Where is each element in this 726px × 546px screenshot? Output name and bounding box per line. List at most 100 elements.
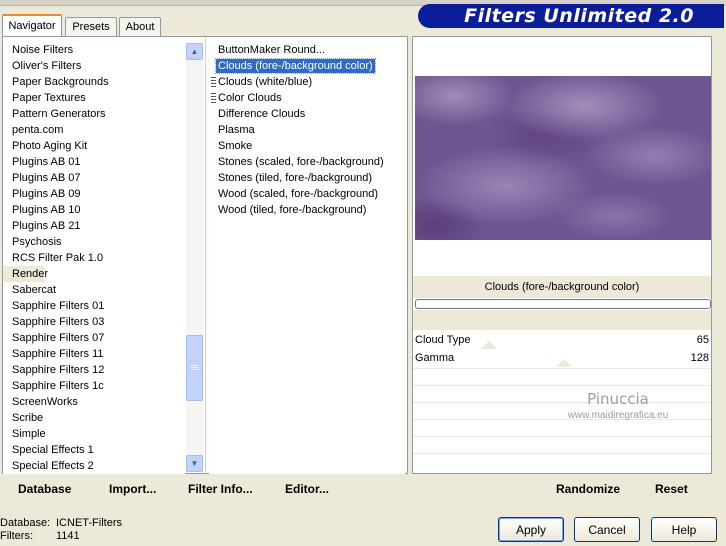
tab-presets[interactable]: Presets (65, 17, 117, 36)
category-item[interactable]: RCS Filter Pak 1.0 (3, 250, 185, 266)
category-list[interactable]: Noise Filters Oliver's Filters Paper Backg… (3, 42, 185, 474)
category-item[interactable]: Render (3, 266, 48, 282)
cancel-button[interactable]: Cancel (574, 517, 640, 542)
status-filters: Filters: 1141 (0, 530, 80, 542)
category-item[interactable]: Simple (3, 426, 185, 442)
effect-item-label: Wood (tiled, fore-/background) (218, 204, 367, 216)
progress-bar (415, 299, 711, 309)
effect-list[interactable]: ButtonMaker Round... Clouds (fore-/backgr… (209, 42, 405, 474)
status-label: Database: (0, 517, 51, 529)
effect-item[interactable]: Wood (scaled, fore-/background) (209, 186, 405, 202)
category-item[interactable]: Oliver's Filters (3, 58, 185, 74)
effect-item[interactable]: Stones (tiled, fore-/background) (209, 170, 405, 186)
effect-item-label: ButtonMaker Round... (218, 44, 326, 56)
category-item[interactable]: Sabercat (3, 282, 185, 298)
param-slot (413, 368, 711, 384)
param-cloud-type[interactable]: Cloud Type 65 (413, 331, 711, 349)
category-item[interactable]: Photo Aging Kit (3, 138, 185, 154)
effect-item[interactable]: Clouds (white/blue) (209, 74, 405, 90)
category-item[interactable]: penta.com (3, 122, 185, 138)
scroll-thumb[interactable] (186, 335, 203, 401)
effect-preview-image (415, 76, 711, 240)
tab-navigator[interactable]: Navigator (2, 14, 62, 36)
editor-button[interactable]: Editor... (285, 482, 329, 496)
category-item[interactable]: Scribe (3, 410, 185, 426)
category-item[interactable]: Plugins AB 01 (3, 154, 185, 170)
effect-item-label: Stones (scaled, fore-/background) (218, 156, 384, 168)
category-item[interactable]: Paper Textures (3, 90, 185, 106)
import-button[interactable]: Import... (109, 482, 156, 496)
filter-info-button[interactable]: Filter Info... (188, 482, 253, 496)
watermark-url: www.maidiregrafica.eu (567, 410, 669, 421)
category-item[interactable]: Paper Backgrounds (3, 74, 185, 90)
tab-about[interactable]: About (119, 17, 161, 36)
effect-item[interactable]: Smoke (209, 138, 405, 154)
randomize-button[interactable]: Randomize (556, 482, 620, 496)
category-item[interactable]: Special Effects 2 (3, 458, 185, 474)
slider-marker-icon[interactable] (481, 341, 497, 349)
category-item[interactable]: Noise Filters (3, 42, 185, 58)
param-label: Gamma (415, 352, 455, 364)
param-slot (413, 436, 711, 452)
right-button-bar: Randomize Reset (412, 476, 712, 502)
effect-item[interactable]: Clouds (fore-/background color) (209, 58, 405, 74)
database-button[interactable]: Database (18, 482, 71, 496)
effect-item[interactable]: Wood (tiled, fore-/background) (209, 202, 405, 218)
param-slot (413, 453, 711, 469)
left-button-bar: Database Import... Filter Info... Editor… (2, 476, 408, 502)
effect-item[interactable]: Plasma (209, 122, 405, 138)
effect-item-label: Plasma (218, 124, 255, 136)
effect-item[interactable]: Color Clouds (209, 90, 405, 106)
category-item[interactable]: Special Effects 1 (3, 442, 185, 458)
banner-title: Filters Unlimited 2.0 (464, 5, 694, 27)
watermark-name: Pinuccia (587, 390, 649, 408)
effect-item-label: Color Clouds (218, 92, 282, 104)
drag-grip-icon (211, 93, 216, 104)
category-item[interactable]: Plugins AB 09 (3, 186, 185, 202)
navigator-panel: Noise Filters Oliver's Filters Paper Backg… (2, 36, 408, 475)
scroll-up-icon[interactable]: ▲ (186, 43, 203, 60)
category-item[interactable]: Plugins AB 07 (3, 170, 185, 186)
list-divider (205, 37, 206, 475)
effect-item[interactable]: ButtonMaker Round... (209, 42, 405, 58)
effect-item-label: Clouds (fore-/background color) (215, 58, 376, 74)
effect-item[interactable]: Stones (scaled, fore-/background) (209, 154, 405, 170)
preview-panel: Clouds (fore-/background color) Cloud Ty… (412, 36, 712, 474)
category-item[interactable]: Psychosis (3, 234, 185, 250)
category-item[interactable]: Sapphire Filters 07 (3, 330, 185, 346)
status-value: 1141 (56, 530, 80, 542)
category-item[interactable]: Sapphire Filters 11 (3, 346, 185, 362)
param-separator (413, 310, 711, 330)
effect-item-label: Stones (tiled, fore-/background) (218, 172, 373, 184)
param-value: 65 (696, 334, 709, 346)
slider-marker-icon[interactable] (556, 359, 572, 367)
param-label: Cloud Type (415, 334, 471, 346)
effect-item-label: Difference Clouds (218, 108, 306, 120)
reset-button[interactable]: Reset (655, 482, 688, 496)
effect-item-label: Wood (scaled, fore-/background) (218, 188, 378, 200)
category-item[interactable]: Plugins AB 21 (3, 218, 185, 234)
effect-item-label: Clouds (white/blue) (218, 76, 313, 88)
help-button[interactable]: Help (651, 517, 717, 542)
apply-button[interactable]: Apply (498, 517, 564, 542)
status-label: Filters: (0, 530, 33, 542)
category-item[interactable]: Pattern Generators (3, 106, 185, 122)
param-value: 128 (690, 352, 709, 364)
category-item[interactable]: Sapphire Filters 01 (3, 298, 185, 314)
category-item[interactable]: Sapphire Filters 03 (3, 314, 185, 330)
category-item[interactable]: ScreenWorks (3, 394, 185, 410)
category-item[interactable]: Plugins AB 10 (3, 202, 185, 218)
status-database: Database: ICNET-Filters (0, 517, 122, 529)
scroll-down-icon[interactable]: ▼ (186, 455, 203, 472)
param-slot (413, 419, 711, 435)
effect-item-label: Smoke (218, 140, 253, 152)
app-banner: Filters Unlimited 2.0 (418, 4, 724, 28)
drag-grip-icon (211, 77, 216, 88)
param-gamma[interactable]: Gamma 128 (413, 349, 711, 367)
effect-name-label: Clouds (fore-/background color) (413, 276, 711, 298)
category-item[interactable]: Sapphire Filters 1c (3, 378, 185, 394)
status-value: ICNET-Filters (56, 517, 122, 529)
category-item[interactable]: Sapphire Filters 12 (3, 362, 185, 378)
category-scrollbar[interactable]: ▲ ▼ (186, 43, 203, 472)
effect-item[interactable]: Difference Clouds (209, 106, 405, 122)
